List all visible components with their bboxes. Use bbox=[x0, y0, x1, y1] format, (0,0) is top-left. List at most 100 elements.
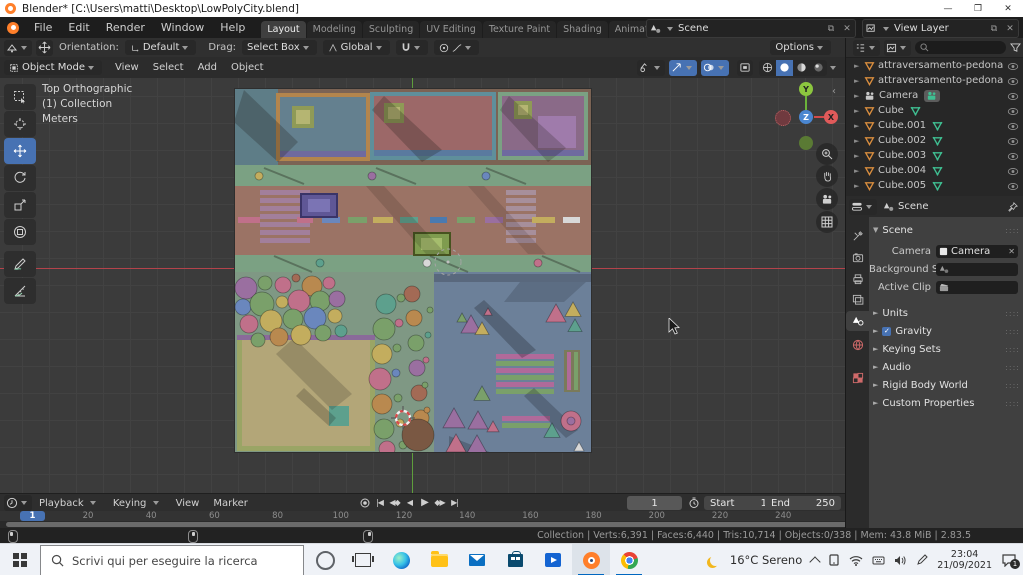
properties-tab-view-layer[interactable] bbox=[846, 290, 869, 310]
outliner-item-Cube[interactable]: ►Cube bbox=[846, 103, 1023, 118]
mode-dropdown[interactable]: Object Mode bbox=[4, 60, 102, 75]
panel-gravity[interactable]: ►✓Gravity:::: bbox=[869, 323, 1023, 339]
object-visibility-dropdown[interactable] bbox=[637, 60, 665, 76]
zoom-button[interactable] bbox=[816, 143, 838, 165]
properties-tab-render[interactable] bbox=[846, 248, 869, 268]
taskbar-app-mail[interactable] bbox=[458, 544, 496, 575]
hide-eye-icon[interactable] bbox=[1007, 167, 1019, 176]
use-preview-range-icon[interactable] bbox=[688, 497, 700, 509]
mesh-data-icon[interactable] bbox=[932, 136, 943, 146]
view-layer-selector[interactable]: View Layer ⧉ ✕ bbox=[862, 19, 1019, 38]
new-scene-button[interactable]: ⧉ bbox=[823, 24, 839, 34]
drag-dropdown[interactable]: Select Box bbox=[242, 40, 317, 55]
expand-arrow-icon[interactable]: ► bbox=[854, 62, 864, 70]
proportional-editing-toggle[interactable] bbox=[434, 40, 479, 55]
end-frame-field[interactable]: End250 bbox=[765, 496, 841, 510]
viewport-3d[interactable]: Top Orthographic (1) Collection Meters Y… bbox=[0, 78, 845, 493]
hide-eye-icon[interactable] bbox=[1007, 62, 1019, 71]
viewport-menu-select[interactable]: Select bbox=[146, 62, 191, 73]
play-reverse-button[interactable]: ◀ bbox=[403, 496, 416, 509]
taskbar-app-edge[interactable] bbox=[382, 544, 420, 575]
object-name[interactable]: attraversamento-pedona bbox=[878, 60, 1003, 71]
unlink-scene-button[interactable]: ✕ bbox=[839, 24, 855, 34]
outliner-item-Cube.001[interactable]: ►Cube.001 bbox=[846, 118, 1023, 133]
outliner-item-Camera[interactable]: ►Camera bbox=[846, 88, 1023, 103]
gizmos-dropdown[interactable] bbox=[669, 60, 697, 76]
select-box-tool[interactable] bbox=[4, 84, 36, 110]
properties-editor-type-button[interactable] bbox=[849, 199, 877, 215]
gizmo-x-axis[interactable]: X bbox=[824, 110, 838, 124]
volume-icon[interactable] bbox=[894, 555, 907, 566]
expand-arrow-icon[interactable]: ► bbox=[854, 167, 864, 175]
active-clip-field[interactable] bbox=[936, 281, 1018, 294]
expand-arrow-icon[interactable]: ► bbox=[854, 77, 864, 85]
rotate-tool[interactable] bbox=[4, 165, 36, 191]
play-button[interactable]: ▶ bbox=[418, 496, 431, 509]
panel-units[interactable]: ►Units:::: bbox=[869, 305, 1023, 321]
timeline-menu-keying[interactable]: Keying bbox=[106, 498, 169, 509]
menu-window[interactable]: Window bbox=[153, 21, 212, 34]
taskbar-app-store[interactable] bbox=[496, 544, 534, 575]
properties-tab-scene[interactable] bbox=[846, 311, 869, 331]
outliner-item-attraversamento-pedona[interactable]: ► attraversamento-pedona bbox=[846, 58, 1023, 73]
xray-toggle[interactable] bbox=[737, 60, 753, 76]
outliner-item-attraversamento-pedona[interactable]: ► attraversamento-pedona bbox=[846, 73, 1023, 88]
filter-funnel-icon[interactable] bbox=[1010, 43, 1021, 53]
camera-view-button[interactable] bbox=[816, 188, 838, 210]
object-name[interactable]: Cube.002 bbox=[878, 135, 926, 146]
gizmo-minus-y-axis[interactable] bbox=[799, 136, 813, 150]
panel-keying-sets[interactable]: ►Keying Sets:::: bbox=[869, 341, 1023, 357]
taskbar-app-task-view[interactable] bbox=[344, 544, 382, 575]
timeline-scrollbar-thumb[interactable] bbox=[6, 522, 968, 527]
snap-toggle[interactable] bbox=[396, 40, 428, 55]
taskbar-app-file-explorer[interactable] bbox=[420, 544, 458, 575]
properties-tab-tool[interactable] bbox=[846, 226, 869, 246]
workspace-tab-sculpting[interactable]: Sculpting bbox=[363, 21, 419, 38]
object-name[interactable]: Cube.005 bbox=[878, 180, 926, 191]
properties-tab-texture[interactable] bbox=[846, 368, 869, 388]
gizmo-z-axis[interactable]: Z bbox=[799, 110, 813, 124]
workspace-tab-modeling[interactable]: Modeling bbox=[307, 21, 362, 38]
auto-keyframe-button[interactable] bbox=[358, 496, 371, 509]
maximize-button[interactable]: ❐ bbox=[963, 0, 993, 17]
hide-eye-icon[interactable] bbox=[1007, 92, 1019, 101]
display-mode-dropdown[interactable] bbox=[853, 40, 880, 56]
tablet-icon[interactable] bbox=[828, 554, 840, 566]
timeline-ruler[interactable]: 1 20406080100120140160180200220240 bbox=[0, 511, 845, 521]
expand-arrow-icon[interactable]: ► bbox=[854, 122, 864, 130]
weather-text[interactable]: 16°C Sereno bbox=[730, 553, 802, 567]
hide-eye-icon[interactable] bbox=[1007, 137, 1019, 146]
timeline-menu-playback[interactable]: Playback bbox=[32, 498, 106, 509]
workspace-tab-uv-editing[interactable]: UV Editing bbox=[420, 21, 482, 38]
expand-arrow-icon[interactable]: ► bbox=[854, 152, 864, 160]
transform-tool[interactable] bbox=[4, 219, 36, 245]
start-button[interactable] bbox=[0, 544, 40, 575]
notifications-icon[interactable]: 1 bbox=[1001, 553, 1017, 567]
viewport-menu-object[interactable]: Object bbox=[224, 62, 271, 73]
properties-tab-world[interactable] bbox=[846, 335, 869, 355]
blender-app-menu[interactable] bbox=[0, 22, 26, 34]
panel-custom-properties[interactable]: ►Custom Properties:::: bbox=[869, 395, 1023, 411]
timeline-menu-view[interactable]: View bbox=[169, 498, 207, 509]
workspace-tab-shading[interactable]: Shading bbox=[557, 21, 608, 38]
outliner-item-Cube.004[interactable]: ►Cube.004 bbox=[846, 163, 1023, 178]
remove-view-layer-button[interactable]: ✕ bbox=[1002, 24, 1018, 34]
sidebar-toggle[interactable]: ‹ bbox=[832, 86, 836, 97]
workspace-tab-layout[interactable]: Layout bbox=[261, 21, 305, 38]
pen-icon[interactable] bbox=[916, 554, 928, 566]
hidden-icons-chevron[interactable] bbox=[810, 556, 821, 567]
panel-rigid-body-world[interactable]: ►Rigid Body World:::: bbox=[869, 377, 1023, 393]
shading-rendered-button[interactable] bbox=[810, 60, 827, 76]
outliner-item-Cube.002[interactable]: ►Cube.002 bbox=[846, 133, 1023, 148]
camera-field[interactable]: Camera ✕ bbox=[936, 245, 1018, 258]
gizmo-y-axis[interactable]: Y bbox=[799, 82, 813, 96]
menu-file[interactable]: File bbox=[26, 21, 60, 34]
prev-keyframe-button[interactable]: ◀◆ bbox=[388, 496, 401, 509]
close-button[interactable]: ✕ bbox=[993, 0, 1023, 17]
minimize-button[interactable]: — bbox=[933, 0, 963, 17]
shading-solid-button[interactable] bbox=[776, 60, 793, 76]
background-scene-field[interactable] bbox=[936, 263, 1018, 276]
overlays-dropdown[interactable] bbox=[701, 60, 729, 76]
object-name[interactable]: Camera bbox=[879, 90, 918, 101]
object-name[interactable]: attraversamento-pedona bbox=[878, 75, 1003, 86]
